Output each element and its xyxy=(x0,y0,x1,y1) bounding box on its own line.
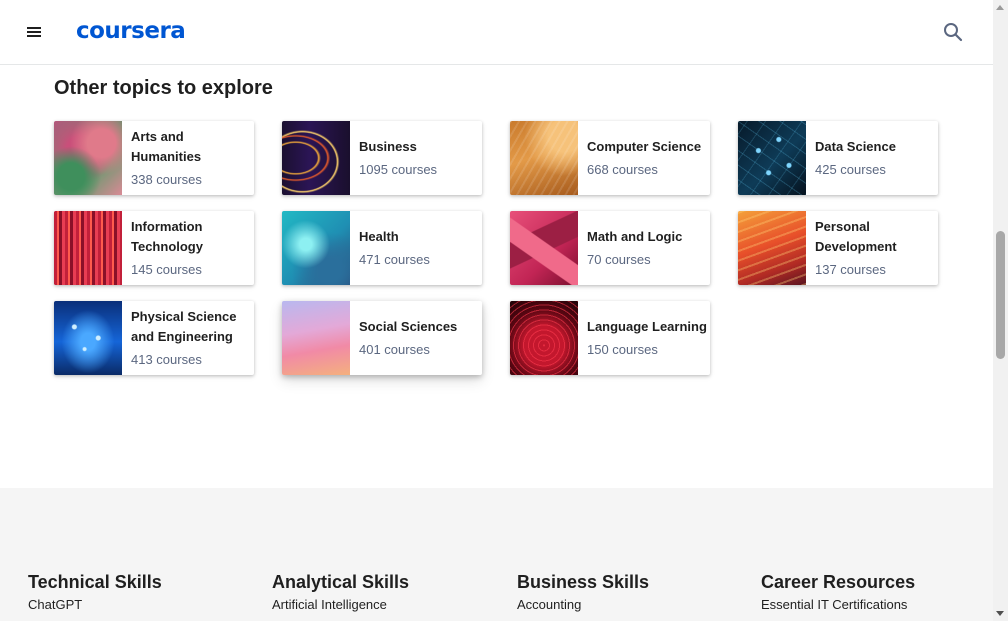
topic-card-language-learning[interactable]: Language Learning 150 courses xyxy=(510,301,710,375)
topic-title: Math and Logic xyxy=(587,228,683,244)
topic-title: Computer Science xyxy=(587,138,702,154)
footer-column-heading: Technical Skills xyxy=(28,572,162,592)
topic-course-count: 145 courses xyxy=(131,261,202,277)
footer-column-business-skills: Business Skills Accounting xyxy=(517,570,649,615)
topic-card-data-science[interactable]: Data Science 425 courses xyxy=(738,121,938,195)
footer-column-career-resources: Career Resources Essential IT Certificat… xyxy=(761,570,915,615)
topic-title: Arts and Humanities xyxy=(131,128,202,164)
topic-title: Language Learning xyxy=(587,318,707,334)
topic-card-social-sciences[interactable]: Social Sciences 401 courses xyxy=(282,301,482,375)
footer-column-heading: Business Skills xyxy=(517,572,650,592)
topic-thumbnail-image xyxy=(54,301,122,375)
footer-column-heading: Analytical Skills xyxy=(272,572,410,592)
topic-course-count: 338 courses xyxy=(131,171,202,187)
footer-column-analytical-skills: Analytical Skills Artificial Intelligenc… xyxy=(272,570,409,615)
footer: Technical Skills ChatGPT Analytical Skil… xyxy=(0,488,993,621)
scroll-up-arrow-icon[interactable] xyxy=(993,0,1008,15)
topic-course-count: 413 courses xyxy=(131,351,202,367)
footer-link[interactable]: ChatGPT xyxy=(28,595,162,615)
topic-title: Social Sciences xyxy=(359,318,458,334)
topic-title: Personal Development xyxy=(815,218,897,254)
search-icon[interactable] xyxy=(941,20,965,44)
topic-course-count: 425 courses xyxy=(815,161,886,177)
topic-course-count: 150 courses xyxy=(587,341,658,357)
topic-thumbnail-image xyxy=(54,211,122,285)
footer-column-technical-skills: Technical Skills ChatGPT xyxy=(28,570,162,615)
topic-thumbnail-image xyxy=(282,211,350,285)
topic-thumbnail-image xyxy=(738,121,806,195)
topic-card-health[interactable]: Health 471 courses xyxy=(282,211,482,285)
topic-course-count: 70 courses xyxy=(587,251,651,267)
coursera-logo[interactable]: coursera xyxy=(76,15,186,47)
hamburger-menu-icon[interactable] xyxy=(22,20,46,44)
topic-card-personal-development[interactable]: Personal Development 137 courses xyxy=(738,211,938,285)
scrollbar-thumb[interactable] xyxy=(996,231,1005,359)
topic-thumbnail-image xyxy=(510,211,578,285)
footer-link[interactable]: Artificial Intelligence xyxy=(272,595,409,615)
topic-title: Physical Science and Engineering xyxy=(131,308,237,344)
vertical-scrollbar[interactable] xyxy=(993,0,1008,621)
topic-course-count: 668 courses xyxy=(587,161,658,177)
topic-course-count: 1095 courses xyxy=(359,161,438,177)
topic-course-count: 471 courses xyxy=(359,251,430,267)
topic-thumbnail-image xyxy=(282,121,350,195)
top-navigation-bar: coursera xyxy=(0,0,993,65)
scroll-down-arrow-icon[interactable] xyxy=(993,606,1008,621)
topic-card-business[interactable]: Business 1095 courses xyxy=(282,121,482,195)
topic-card-information-technology[interactable]: Information Technology 145 courses xyxy=(54,211,254,285)
topic-thumbnail-image xyxy=(738,211,806,285)
topic-card-math-and-logic[interactable]: Math and Logic 70 courses xyxy=(510,211,710,285)
topic-title: Data Science xyxy=(815,138,896,154)
topics-grid: Arts and Humanities 338 courses Business… xyxy=(54,121,954,381)
topic-thumbnail-image xyxy=(54,121,122,195)
topic-course-count: 137 courses xyxy=(815,261,886,277)
topic-card-physical-science-and-engineering[interactable]: Physical Science and Engineering 413 cou… xyxy=(54,301,254,375)
topic-title: Information Technology xyxy=(131,218,203,254)
footer-link[interactable]: Essential IT Certifications xyxy=(761,595,915,615)
topic-card-computer-science[interactable]: Computer Science 668 courses xyxy=(510,121,710,195)
topic-thumbnail-image xyxy=(282,301,350,375)
footer-column-heading: Career Resources xyxy=(761,572,916,592)
topic-thumbnail-image xyxy=(510,121,578,195)
topic-title: Health xyxy=(359,228,399,244)
topic-card-arts-and-humanities[interactable]: Arts and Humanities 338 courses xyxy=(54,121,254,195)
topic-course-count: 401 courses xyxy=(359,341,430,357)
section-title: Other topics to explore xyxy=(54,77,273,99)
page: coursera Other topics to explore Arts an… xyxy=(0,0,1008,621)
topic-title: Business xyxy=(359,138,417,154)
topic-thumbnail-image xyxy=(510,301,578,375)
footer-link[interactable]: Accounting xyxy=(517,595,649,615)
